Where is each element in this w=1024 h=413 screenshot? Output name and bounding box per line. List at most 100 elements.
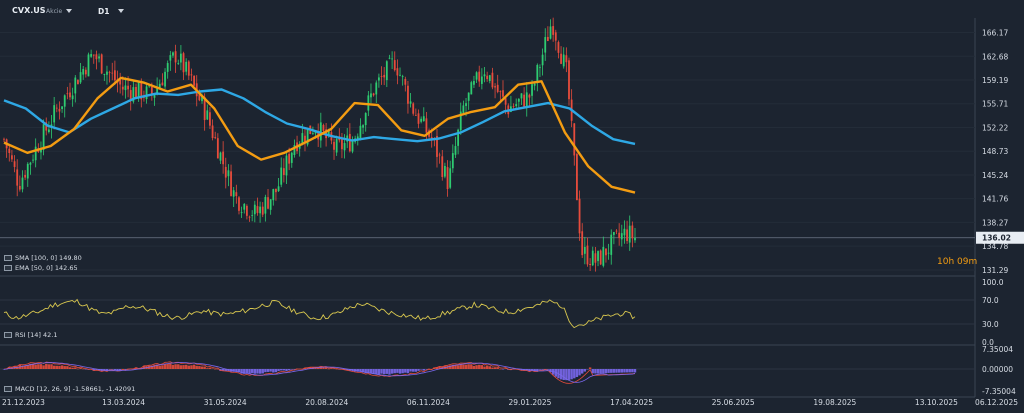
rsi-legend-label: RSI [14] 42.1	[15, 331, 58, 339]
macd-histogram-bar	[406, 369, 410, 374]
candle-body	[565, 55, 568, 63]
sma-legend[interactable]: SMA [100, 0] 149.80	[4, 254, 82, 262]
macd-legend[interactable]: MACD [12, 26, 9] -1.58661, -1.42091	[4, 385, 135, 393]
candle-body	[620, 233, 623, 240]
macd-histogram-bar	[425, 369, 428, 370]
candle-body	[536, 64, 539, 84]
candle-body	[486, 75, 489, 80]
macd-histogram-bar	[367, 369, 370, 373]
candle-body	[539, 67, 541, 68]
candle-body	[362, 125, 364, 128]
macd-histogram-bar	[111, 369, 114, 370]
macd-histogram-bar	[541, 369, 544, 370]
macd-histogram-bar	[47, 364, 51, 369]
macd-histogram-bar	[322, 367, 325, 369]
candle-body	[177, 63, 180, 64]
macd-histogram-bar	[256, 369, 259, 374]
candle-body	[185, 61, 188, 72]
rsi-tick-label: 30.0	[982, 320, 999, 329]
candle-countdown: 10h 09m	[937, 257, 978, 267]
macd-histogram-bar	[612, 369, 616, 373]
macd-histogram-bar	[628, 369, 631, 373]
candle-body	[172, 52, 174, 56]
macd-histogram-bar	[184, 364, 188, 369]
indicator-settings-icon[interactable]	[4, 332, 12, 338]
macd-histogram-bar	[55, 365, 59, 369]
candle-body	[607, 252, 610, 254]
macd-histogram-bar	[580, 369, 584, 374]
chart-canvas[interactable]: 166.17 162.68 159.19 155.71 152.22 148.73 145.…	[0, 0, 1024, 413]
macd-histogram-bar	[192, 364, 196, 369]
candle-body	[391, 58, 394, 60]
macd-histogram-bar	[588, 367, 592, 369]
candle-body	[111, 72, 114, 74]
date-tick-label: 06.12.2025	[975, 398, 1018, 407]
candle-body	[164, 71, 166, 87]
indicator-settings-icon[interactable]	[4, 265, 12, 271]
candle-body	[581, 231, 584, 256]
date-tick-label: 31.05.2024	[204, 398, 247, 407]
candle-body	[222, 151, 225, 165]
candle-body	[420, 118, 423, 122]
macd-histogram-bar	[45, 363, 48, 369]
macd-histogram-bar	[280, 369, 283, 371]
macd-histogram-bar	[422, 369, 425, 371]
candle-body	[623, 228, 626, 236]
candle-body	[100, 54, 103, 74]
candle-body	[602, 246, 605, 266]
date-tick-label: 17.04.2025	[610, 398, 653, 407]
candle-body	[525, 92, 528, 108]
candle-body	[546, 36, 549, 41]
candle-body	[98, 56, 100, 59]
candle-body	[29, 162, 32, 165]
macd-legend-label: MACD [12, 26, 9] -1.58661, -1.42091	[15, 385, 136, 393]
macd-histogram-bar	[464, 364, 468, 369]
macd-histogram-bar	[272, 369, 275, 373]
candle-body	[499, 91, 502, 92]
indicator-settings-icon[interactable]	[4, 255, 12, 261]
indicator-settings-icon[interactable]	[4, 386, 12, 392]
macd-histogram-bar	[277, 369, 280, 371]
macd-histogram-bar	[578, 369, 581, 376]
candle-body	[235, 192, 238, 196]
macd-histogram-bar	[491, 367, 494, 369]
candle-body	[478, 71, 481, 82]
macd-histogram-bar	[501, 369, 505, 370]
candle-body	[92, 54, 95, 56]
price-tick-label: 131.29	[982, 266, 1008, 275]
candle-body	[137, 81, 140, 98]
macd-tick-label: 7.35004	[982, 345, 1013, 354]
candle-body	[488, 75, 491, 81]
macd-histogram-bar	[586, 369, 589, 370]
macd-tick-label: 0.00000	[982, 365, 1013, 374]
macd-histogram-bar	[266, 369, 270, 372]
candle-body	[599, 250, 602, 265]
macd-histogram-bar	[398, 369, 402, 374]
candle-body	[591, 250, 594, 266]
candle-body	[364, 113, 367, 126]
macd-histogram-bar	[174, 364, 177, 369]
macd-histogram-bar	[79, 368, 82, 369]
candle-body	[504, 98, 507, 105]
rsi-line	[3, 298, 636, 329]
candle-body	[21, 177, 24, 190]
candle-body	[238, 197, 240, 211]
macd-histogram-bar	[66, 366, 69, 369]
candle-body	[634, 237, 636, 241]
candle-body	[259, 206, 261, 214]
macd-histogram-bar	[74, 367, 77, 369]
macd-histogram-bar	[171, 364, 175, 369]
macd-histogram-bar	[52, 365, 56, 369]
macd-histogram-bar	[382, 369, 386, 375]
candle-body	[515, 104, 518, 107]
candle-body	[113, 70, 116, 81]
macd-histogram-bar	[625, 369, 629, 373]
candle-body	[367, 95, 370, 111]
price-tick-label: 141.76	[982, 195, 1008, 204]
candle-body	[161, 82, 164, 86]
macd-histogram-bar	[327, 368, 330, 370]
macd-histogram-bar	[483, 366, 486, 369]
rsi-legend[interactable]: RSI [14] 42.1	[4, 331, 58, 339]
candle-body	[214, 137, 217, 139]
ema-legend[interactable]: EMA [50, 0] 142.65	[4, 264, 78, 272]
